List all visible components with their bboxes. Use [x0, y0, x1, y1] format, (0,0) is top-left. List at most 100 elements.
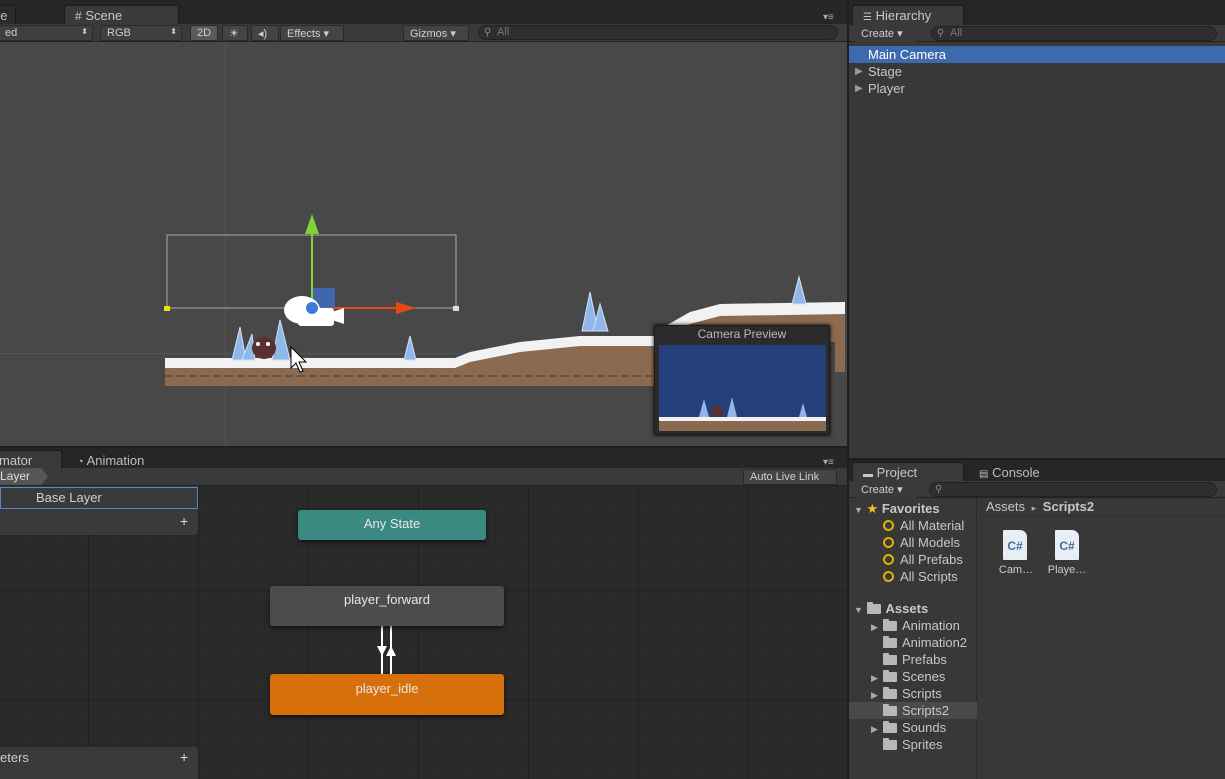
tab-scene[interactable]: # Scene [64, 5, 179, 25]
tab-hierarchy[interactable]: ☰ Hierarchy [852, 5, 964, 25]
camera-gizmo[interactable] [284, 214, 416, 326]
assets-node[interactable]: ▼ Assets [849, 600, 977, 617]
sun-icon: ☀ [229, 28, 239, 40]
arrow-down-icon [377, 646, 387, 656]
favorites-node[interactable]: ▼ ★ Favorites [849, 500, 977, 517]
asset-file-camera-script[interactable]: C# Cam… [994, 528, 1038, 580]
arrow-up-icon [386, 646, 396, 656]
toggle-2d-button[interactable]: 2D [190, 25, 218, 41]
layer-breadcrumb[interactable]: Layer [0, 468, 48, 485]
tab-project[interactable]: ▬ Project [852, 462, 964, 482]
project-create-button[interactable]: Create ▾ [855, 482, 917, 498]
expand-arrow-icon[interactable]: ▶ [855, 80, 863, 97]
search-icon: ⚲ [935, 484, 943, 495]
tab-game-partial[interactable]: ne [0, 5, 16, 25]
hierarchy-tabbar: ☰ Hierarchy [849, 0, 1225, 26]
search-icon [883, 520, 894, 531]
tab-animation[interactable]: ◔ Animation [66, 450, 176, 470]
folder-scripts2[interactable]: Scripts2 [849, 702, 977, 719]
tab-label: Project [876, 465, 918, 480]
favorite-all-prefabs[interactable]: All Prefabs [849, 551, 977, 568]
tab-label: mator [0, 453, 33, 468]
layers-list: Base Layer + [0, 486, 198, 535]
add-parameter-button[interactable]: + [180, 749, 188, 765]
player-sprite[interactable] [252, 337, 276, 359]
hierarchy-item-main-camera[interactable]: Main Camera [849, 46, 1225, 63]
breadcrumb-current[interactable]: Scripts2 [1043, 499, 1094, 514]
scene-panel: ne # Scene ▾≡ ed⬍ RGB⬍ 2D ☀ ◂) Effects ▾… [0, 0, 847, 446]
tab-animator[interactable]: mator [0, 450, 62, 470]
state-player-forward[interactable]: player_forward [270, 586, 504, 626]
grid-icon: # [75, 9, 82, 23]
favorite-all-materials[interactable]: All Material [849, 517, 977, 534]
state-transitions[interactable] [370, 626, 400, 676]
folder-animation2[interactable]: Animation2 [849, 634, 977, 651]
hierarchy-search-input[interactable]: ⚲ All [931, 26, 1217, 41]
effects-dropdown[interactable]: Effects ▾ [280, 25, 344, 41]
folder-icon [883, 636, 897, 648]
folder-sounds[interactable]: ▶ Sounds [849, 719, 977, 736]
layer-item-base[interactable]: Base Layer [0, 487, 198, 509]
panel-menu-icon[interactable]: ▾≡ [823, 457, 834, 468]
hierarchy-item-player[interactable]: ▶ Player [849, 80, 1225, 97]
search-icon [883, 554, 894, 565]
folder-sprites[interactable]: Sprites [849, 736, 977, 753]
parameters-header: eters [0, 750, 29, 765]
parameters-panel: eters + [0, 747, 198, 779]
scene-viewport[interactable]: Camera Preview [0, 42, 847, 446]
hierarchy-item-stage[interactable]: ▶ Stage [849, 63, 1225, 80]
scene-lighting-button[interactable]: ☀ [222, 25, 248, 41]
project-breadcrumb: Assets ▸ Scripts2 [979, 498, 1225, 516]
breadcrumb-assets[interactable]: Assets [986, 499, 1025, 514]
folder-scripts[interactable]: ▶ Scripts [849, 685, 977, 702]
gizmos-dropdown[interactable]: Gizmos ▾ [403, 25, 469, 41]
render-mode-dropdown[interactable]: RGB ⬍ [100, 25, 182, 41]
scene-toolbar: ed ⬍ RGB ⬍ 2D ☀ ◂) Effects ▾ Gizmos ▾ ⚲ All [0, 24, 847, 42]
tab-label: Animation [86, 453, 145, 468]
camera-preview-title: Camera Preview [697, 327, 787, 341]
camera-preview-render [659, 345, 826, 431]
folder-animation[interactable]: ▶ Animation [849, 617, 977, 634]
folder-icon [883, 619, 897, 631]
auto-live-link-button[interactable]: Auto Live Link [743, 469, 837, 485]
asset-file-label: Cam… [998, 564, 1034, 576]
asset-file-player-script[interactable]: C# Playe… [1045, 528, 1089, 580]
project-panel: ▬ Project ▤ Console Create ▾ ⚲ ▼ ★ Favor… [849, 460, 1225, 779]
search-icon: ⚲ [484, 27, 492, 38]
folder-prefabs[interactable]: Prefabs [849, 651, 977, 668]
list-icon: ☰ [863, 12, 872, 23]
state-any-state[interactable]: Any State [298, 510, 486, 540]
add-layer-button[interactable]: + [180, 513, 188, 529]
tab-console[interactable]: ▤ Console [968, 462, 1080, 482]
folder-icon [883, 738, 897, 750]
animator-toolbar: Layer Auto Live Link [0, 468, 847, 486]
hierarchy-create-button[interactable]: Create ▾ [855, 26, 917, 42]
console-icon: ▤ [979, 469, 989, 480]
csharp-file-icon: C# [1055, 530, 1079, 560]
scene-audio-button[interactable]: ◂) [251, 25, 279, 41]
folder-scenes[interactable]: ▶ Scenes [849, 668, 977, 685]
folder-icon: ▬ [863, 469, 873, 480]
project-toolbar: Create ▾ ⚲ [849, 481, 1225, 498]
draw-mode-dropdown[interactable]: ed ⬍ [0, 25, 93, 41]
favorite-all-scripts[interactable]: All Scripts [849, 568, 977, 585]
star-icon: ★ [866, 501, 879, 516]
favorite-all-models[interactable]: All Models [849, 534, 977, 551]
folder-icon [883, 721, 897, 733]
search-icon [883, 571, 894, 582]
csharp-file-icon: C# [1003, 530, 1027, 560]
speaker-icon: ◂) [258, 28, 268, 40]
hierarchy-toolbar: Create ▾ ⚲ All [849, 25, 1225, 42]
folder-icon [883, 704, 897, 716]
expand-arrow-icon[interactable]: ▶ [855, 63, 863, 80]
bounds-handle[interactable] [164, 306, 170, 311]
hierarchy-panel: ☰ Hierarchy Create ▾ ⚲ All Main Camera ▶ S… [849, 0, 1225, 458]
folder-icon [883, 687, 897, 699]
state-player-idle[interactable]: player_idle [270, 674, 504, 715]
scene-search-input[interactable]: ⚲ All [478, 25, 838, 40]
bounds-handle[interactable] [453, 306, 459, 311]
project-search-input[interactable]: ⚲ [929, 482, 1217, 497]
animator-graph[interactable]: Base Layer + eters + Any State player_fo… [0, 486, 847, 779]
panel-menu-icon[interactable]: ▾≡ [823, 12, 834, 23]
folder-icon [883, 653, 897, 665]
